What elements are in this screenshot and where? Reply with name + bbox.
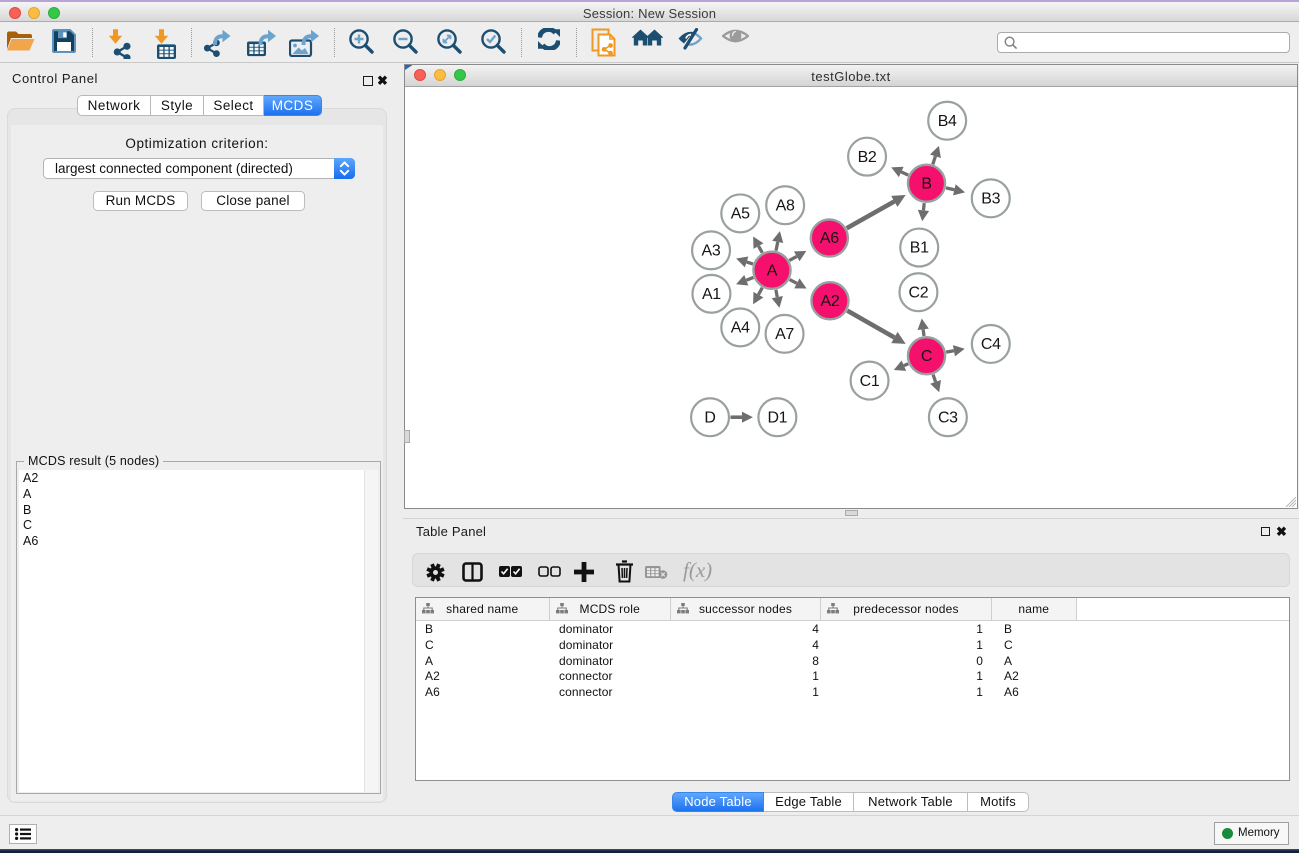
svg-text:C: C (921, 348, 932, 365)
svg-text:B3: B3 (981, 191, 1000, 208)
svg-text:A2: A2 (820, 293, 839, 310)
svg-text:B4: B4 (938, 113, 957, 130)
svg-text:C1: C1 (860, 373, 880, 390)
svg-text:B1: B1 (910, 240, 929, 257)
svg-text:A5: A5 (731, 206, 750, 223)
svg-text:D1: D1 (767, 409, 787, 426)
svg-text:A: A (767, 262, 778, 279)
svg-text:A3: A3 (702, 242, 721, 259)
svg-text:C4: C4 (981, 336, 1001, 353)
svg-text:A6: A6 (820, 230, 839, 247)
svg-text:C3: C3 (938, 409, 958, 426)
svg-text:A1: A1 (702, 286, 721, 303)
svg-text:A7: A7 (775, 326, 794, 343)
svg-text:B2: B2 (858, 149, 877, 166)
svg-text:C2: C2 (909, 284, 929, 301)
svg-text:B: B (921, 175, 931, 192)
svg-text:A8: A8 (776, 197, 795, 214)
svg-text:D: D (704, 409, 715, 426)
svg-text:A4: A4 (731, 320, 750, 337)
